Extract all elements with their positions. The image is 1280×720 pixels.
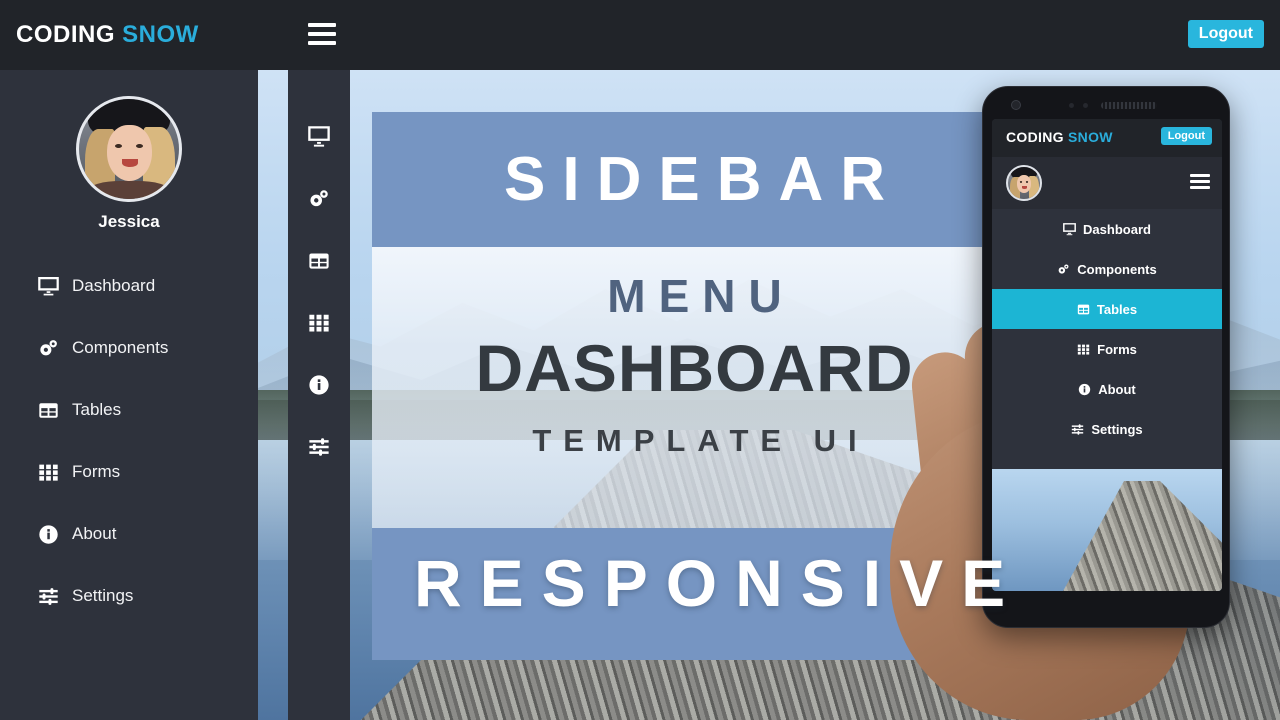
phone-nav-item-dashboard[interactable]: Dashboard xyxy=(992,209,1222,249)
phone-hamburger-icon[interactable] xyxy=(1190,174,1210,192)
phone-nav-item-tables[interactable]: Tables xyxy=(992,289,1222,329)
table-icon xyxy=(38,400,68,420)
avatar-smile xyxy=(122,159,138,167)
phone-nav-item-components[interactable]: Components xyxy=(992,249,1222,289)
info-icon xyxy=(38,524,68,544)
sidebar-item-label: Dashboard xyxy=(72,276,156,295)
burger-bar xyxy=(308,32,336,36)
logout-button[interactable]: Logout xyxy=(1187,20,1264,48)
sidebar-item-about[interactable]: About xyxy=(0,513,258,555)
avatar-eye xyxy=(136,144,143,148)
avatar-eye xyxy=(1019,181,1022,183)
logo-accent: SNOW xyxy=(122,21,199,48)
rail-item-tables[interactable] xyxy=(288,230,350,292)
burger-bar xyxy=(308,41,336,45)
sidebar-item-label: Tables xyxy=(72,400,122,419)
rail-item-settings[interactable] xyxy=(288,416,350,478)
table-icon xyxy=(1077,303,1090,316)
burger-bar xyxy=(1190,174,1210,177)
sidebar-item-label: About xyxy=(72,524,117,543)
th-grid-icon xyxy=(308,312,330,334)
sidebar-item-dashboard[interactable]: Dashboard xyxy=(0,265,258,307)
phone-nav-item-forms[interactable]: Forms xyxy=(992,329,1222,369)
sliders-icon xyxy=(38,586,68,606)
phone-nav-item-settings[interactable]: Settings xyxy=(992,409,1222,449)
avatar-smile xyxy=(1021,186,1027,189)
desktop-icon xyxy=(308,126,330,148)
phone-sensor-icon xyxy=(1083,103,1088,108)
rail-item-dashboard[interactable] xyxy=(288,106,350,168)
sidebar-item-settings[interactable]: Settings xyxy=(0,575,258,617)
sidebar-item-tables[interactable]: Tables xyxy=(0,389,258,431)
th-grid-icon xyxy=(38,462,68,482)
phone-speaker-grille xyxy=(1101,102,1157,109)
sidebar-item-label: Settings xyxy=(72,586,134,605)
banner-subtitle-menu: MENU xyxy=(607,270,795,322)
phone-nav-label: Forms xyxy=(1097,341,1137,357)
avatar-coat xyxy=(89,181,169,199)
phone-camera-icon xyxy=(1011,100,1021,110)
info-icon xyxy=(308,374,330,396)
phone-avatar[interactable] xyxy=(1006,165,1042,201)
sidebar-item-label: Components xyxy=(72,338,169,357)
desktop-icon xyxy=(1063,222,1076,236)
banner-title-sidebar: SIDEBAR xyxy=(503,145,903,214)
sidebar-item-components[interactable]: Components xyxy=(0,327,258,369)
logo-primary: CODING xyxy=(16,21,115,48)
phone-nav: Dashboard Components Tables Forms About xyxy=(992,209,1222,449)
rail-item-forms[interactable] xyxy=(288,292,350,354)
table-icon xyxy=(308,250,330,272)
phone-header: CODING SNOW Logout xyxy=(992,119,1222,157)
desktop-icon xyxy=(38,276,68,296)
th-grid-icon xyxy=(1077,343,1090,356)
app-logo: CODING SNOW xyxy=(16,21,199,49)
phone-nav-item-about[interactable]: About xyxy=(992,369,1222,409)
avatar-face xyxy=(107,125,152,181)
phone-logo: CODING SNOW xyxy=(1006,129,1113,145)
phone-sensor-icon xyxy=(1069,103,1074,108)
top-header: CODING SNOW Logout xyxy=(0,0,1280,70)
phone-logout-button[interactable]: Logout xyxy=(1160,127,1212,145)
phone-logo-accent: SNOW xyxy=(1068,129,1113,145)
cogs-icon xyxy=(308,188,330,210)
sliders-icon xyxy=(1071,423,1084,436)
phone-user-bar xyxy=(992,157,1222,209)
sidebar-item-label: Forms xyxy=(72,462,121,481)
phone-screen: CODING SNOW Logout Dashboard Components … xyxy=(992,119,1222,591)
sidebar-item-forms[interactable]: Forms xyxy=(0,451,258,493)
user-avatar[interactable] xyxy=(76,96,182,202)
rail-item-about[interactable] xyxy=(288,354,350,416)
banner-subtitle-template-ui: TEMPLATE UI xyxy=(532,423,869,458)
burger-bar xyxy=(308,23,336,27)
avatar-eye xyxy=(115,144,122,148)
collapsed-icon-rail xyxy=(288,70,350,720)
sliders-icon xyxy=(308,436,330,458)
sidebar: Jessica Dashboard Components Tables Form… xyxy=(0,70,258,720)
sidebar-nav: Dashboard Components Tables Forms About … xyxy=(0,265,258,637)
phone-nav-label: Dashboard xyxy=(1083,221,1151,237)
cogs-icon xyxy=(38,338,68,358)
cogs-icon xyxy=(1057,263,1070,276)
banner-band-top: SIDEBAR xyxy=(372,112,1017,247)
hamburger-icon[interactable] xyxy=(308,23,336,47)
burger-bar xyxy=(1190,186,1210,189)
rail-item-components[interactable] xyxy=(288,168,350,230)
phone-nav-label: About xyxy=(1098,381,1136,397)
burger-bar xyxy=(1190,180,1210,183)
phone-logo-primary: CODING xyxy=(1006,129,1064,145)
phone-nav-label: Tables xyxy=(1096,301,1138,317)
info-icon xyxy=(1078,383,1091,396)
phone-nav-label: Components xyxy=(1077,261,1157,277)
banner-title-dashboard: DASHBOARD xyxy=(475,331,914,405)
user-name: Jessica xyxy=(98,212,160,231)
banner-title-responsive: RESPONSIVE xyxy=(414,546,1024,620)
app-stage: SIDEBAR MENU DASHBOARD TEMPLATE UI RESPO… xyxy=(0,0,1280,720)
phone-nav-label: Settings xyxy=(1091,421,1143,437)
